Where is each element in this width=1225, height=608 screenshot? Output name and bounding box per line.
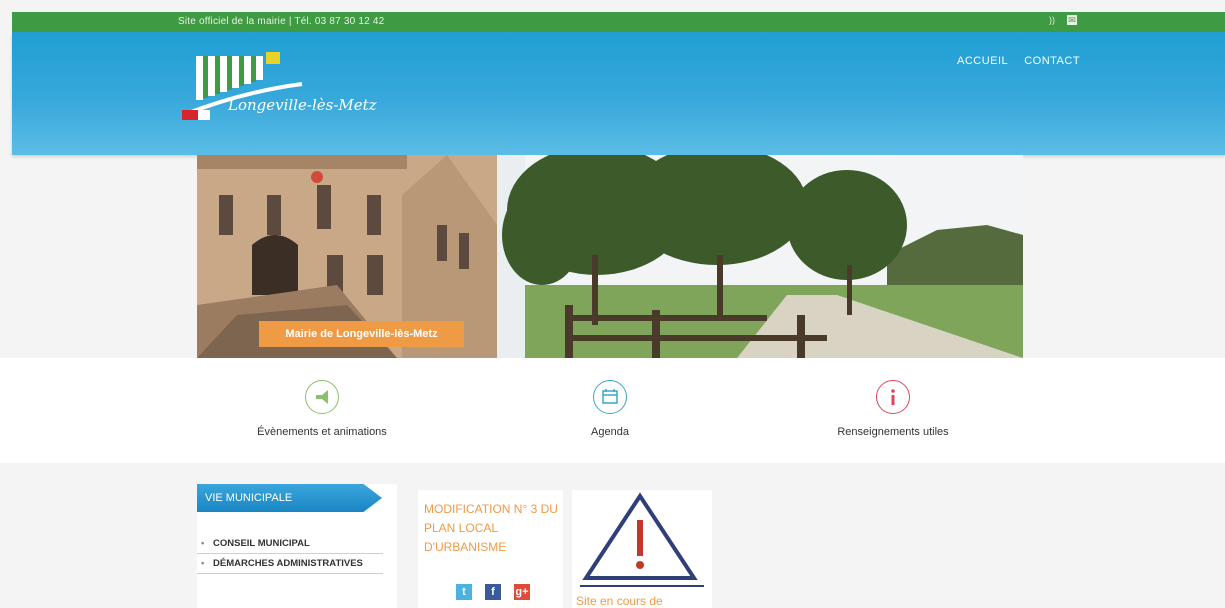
sidebar-vie-municipale: VIE MUNICIPALE CONSEIL MUNICIPAL DÉMARCH… [197,484,397,608]
news-title[interactable]: MODIFICATION N° 3 DU PLAN LOCAL D'URBANI… [424,500,564,557]
top-info-bar: Site officiel de la mairie | Tél. 03 87 … [12,12,1225,32]
sidebar-item-conseil-municipal[interactable]: CONSEIL MUNICIPAL [197,534,383,554]
nav-contact[interactable]: CONTACT [1024,55,1080,67]
sidebar-heading[interactable]: VIE MUNICIPALE [197,484,382,512]
info-icon [876,380,910,414]
sidebar-list: CONSEIL MUNICIPAL DÉMARCHES ADMINISTRATI… [197,534,397,574]
rss-icon[interactable]: )) [1047,15,1057,25]
warning-icon [580,492,704,587]
logo-graphic [182,52,303,120]
quicklink-label: Renseignements utiles [837,426,949,438]
logo-text: Longeville-lès-Metz [228,96,377,114]
news-card-construction[interactable]: Site en cours de [572,490,712,608]
social-share: t f g+ [456,584,530,600]
quicklink-events[interactable]: Évènements et animations [232,380,412,438]
site-header: Longeville-lès-Metz ACCUEIL CONTACT [12,32,1225,155]
site-logo[interactable]: Longeville-lès-Metz [182,52,412,132]
mail-icon[interactable]: ✉ [1067,15,1077,25]
quicklink-info[interactable]: Renseignements utiles [808,380,978,438]
news-title[interactable]: Site en cours de [576,594,663,608]
twitter-icon[interactable]: t [456,584,472,600]
megaphone-icon [305,380,339,414]
quicklink-agenda[interactable]: Agenda [560,380,660,438]
banner-caption[interactable]: Mairie de Longeville-lès-Metz [259,321,464,347]
calendar-icon [593,380,627,414]
topbar-icons: )) ✉ [1047,15,1077,25]
quicklink-label: Évènements et animations [257,426,387,438]
facebook-icon[interactable]: f [485,584,501,600]
nav-accueil[interactable]: ACCUEIL [957,55,1008,67]
googleplus-icon[interactable]: g+ [514,584,530,600]
sidebar-item-demarches[interactable]: DÉMARCHES ADMINISTRATIVES [197,554,383,574]
main-nav: ACCUEIL CONTACT [957,55,1080,67]
site-tagline: Site officiel de la mairie | Tél. 03 87 … [178,16,385,27]
quicklink-label: Agenda [591,426,629,438]
